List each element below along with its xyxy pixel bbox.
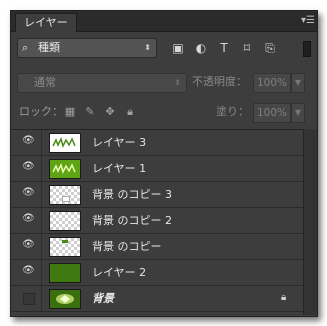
fill-dropdown-arrow[interactable]: ▼ — [291, 103, 305, 123]
lock-transparency-icon[interactable]: ▦ — [63, 105, 77, 119]
eye-icon: 👁︎ — [22, 187, 35, 198]
lock-label: ロック： — [19, 105, 63, 118]
smart-object-filter-icon[interactable]: ⎘ — [263, 41, 277, 55]
layer-thumbnail — [49, 237, 81, 257]
layers-panel: レイヤー ▾☰ ⌕ 種類 ⬍ ▣ ◐ T ⌑ ⎘ 通常 ⬍ 不透明度： 100%… — [10, 10, 318, 317]
blend-mode-select[interactable]: 通常 ⬍ — [17, 73, 187, 93]
layer-row[interactable]: 👁︎ 背景 のコピー — [11, 234, 303, 260]
search-icon: ⌕ — [22, 41, 29, 54]
fill-label: 塗り： — [216, 105, 249, 118]
shape-filter-icon[interactable]: ⌑ — [240, 41, 254, 55]
filter-row: ⌕ 種類 ⬍ ▣ ◐ T ⌑ ⎘ — [11, 35, 317, 61]
blend-mode-label: 通常 — [34, 76, 56, 89]
filter-toggle[interactable] — [303, 41, 311, 57]
visibility-toggle[interactable] — [11, 286, 42, 311]
opacity-label: 不透明度： — [192, 75, 247, 88]
visibility-toggle[interactable]: 👁︎ — [11, 208, 42, 233]
layer-row[interactable]: 👁︎ 背景 のコピー 3 — [11, 182, 303, 208]
blend-row: 通常 ⬍ 不透明度： 100% ▼ — [11, 71, 317, 93]
eye-icon: 👁︎ — [22, 161, 35, 172]
layer-name: 背景 — [92, 292, 114, 305]
visibility-toggle[interactable]: 👁︎ — [11, 260, 42, 285]
lock-all-icon[interactable]: 🔒︎ — [123, 105, 137, 119]
layer-thumbnail — [49, 211, 81, 231]
layer-row[interactable]: 👁︎ レイヤー 3 — [11, 130, 303, 156]
eye-icon: 👁︎ — [22, 265, 35, 276]
chevron-updown-icon: ⬍ — [144, 43, 151, 52]
kind-filter-label: 種類 — [38, 41, 60, 54]
eye-icon: 👁︎ — [22, 239, 35, 250]
lock-icon: 🔒︎ — [281, 292, 287, 303]
layer-thumbnail — [49, 159, 81, 179]
layer-thumbnail — [49, 289, 81, 309]
type-filter-icon[interactable]: T — [217, 41, 231, 55]
eye-icon: 👁︎ — [22, 135, 35, 146]
panel-menu-icon[interactable]: ▾☰ — [301, 14, 315, 27]
layer-thumbnail — [49, 185, 81, 205]
panel-tab-bar: レイヤー ▾☰ — [11, 11, 317, 32]
opacity-dropdown-arrow[interactable]: ▼ — [291, 73, 305, 93]
kind-filter-select[interactable]: ⌕ 種類 ⬍ — [17, 38, 157, 58]
fill-input[interactable]: 100% — [253, 103, 291, 123]
eye-icon: 👁︎ — [22, 213, 35, 224]
layer-row[interactable]: 背景 🔒︎ — [11, 286, 303, 312]
lock-image-icon[interactable]: ✎ — [83, 105, 97, 119]
layer-name: 背景 のコピー 3 — [92, 188, 172, 201]
visibility-toggle[interactable]: 👁︎ — [11, 182, 42, 207]
adjustment-filter-icon[interactable]: ◐ — [194, 41, 208, 55]
hidden-visibility-box — [23, 293, 35, 305]
lock-row: ロック： ▦ ✎ ✥ 🔒︎ 塗り： 100% ▼ — [11, 101, 317, 123]
layer-list: 👁︎ レイヤー 3 👁︎ レイヤー 1 👁︎ 背景 のコピー 3 👁︎ 背景 の… — [11, 129, 303, 316]
layer-name: レイヤー 2 — [92, 266, 147, 279]
layer-name: レイヤー 3 — [92, 136, 147, 149]
lock-position-icon[interactable]: ✥ — [103, 105, 117, 119]
layer-list-scrollbar[interactable] — [303, 129, 317, 315]
visibility-toggle[interactable]: 👁︎ — [11, 234, 42, 259]
image-filter-icon[interactable]: ▣ — [171, 41, 185, 55]
layer-row[interactable]: 👁︎ レイヤー 2 — [11, 260, 303, 286]
chevron-updown-icon: ⬍ — [174, 78, 181, 87]
opacity-input[interactable]: 100% — [253, 73, 291, 93]
layer-row[interactable]: 👁︎ 背景 のコピー 2 — [11, 208, 303, 234]
layer-thumbnail — [49, 263, 81, 283]
layer-name: レイヤー 1 — [92, 162, 147, 175]
layer-name: 背景 のコピー 2 — [92, 214, 172, 227]
visibility-toggle[interactable]: 👁︎ — [11, 130, 42, 155]
layer-name: 背景 のコピー — [92, 240, 162, 253]
tab-layers[interactable]: レイヤー — [15, 13, 77, 32]
layer-thumbnail — [49, 133, 81, 153]
visibility-toggle[interactable]: 👁︎ — [11, 156, 42, 181]
layer-row[interactable]: 👁︎ レイヤー 1 — [11, 156, 303, 182]
